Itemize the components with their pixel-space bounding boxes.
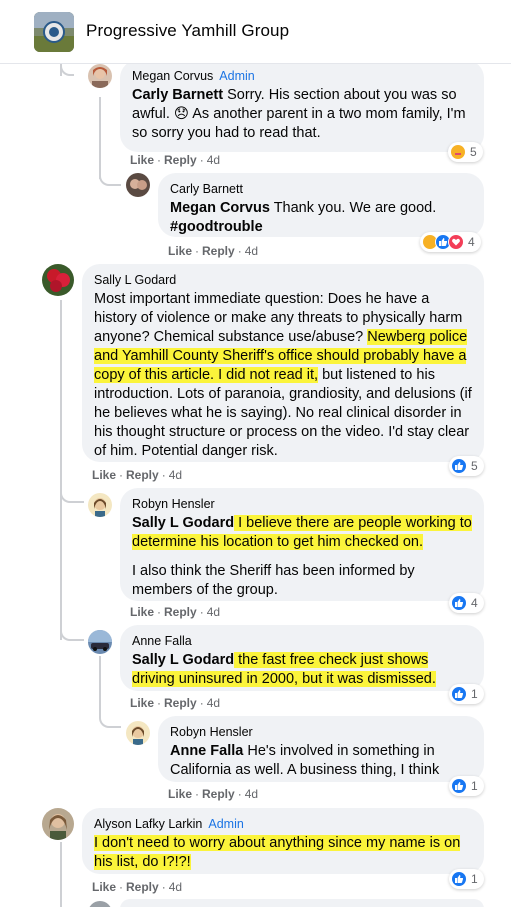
comment-time[interactable]: 4d	[207, 605, 220, 619]
comment-bubble	[120, 899, 484, 907]
thread-line	[99, 97, 101, 179]
avatar[interactable]	[126, 173, 150, 197]
reaction-summary[interactable]: 1	[449, 684, 484, 704]
like-button[interactable]: Like	[130, 605, 154, 619]
thread-connector	[60, 487, 84, 503]
comment-text: I also think the Sheriff has been inform…	[132, 563, 415, 598]
mention-tag[interactable]: Anne Falla	[170, 743, 243, 759]
like-button[interactable]: Like	[168, 787, 192, 801]
reaction-count: 1	[471, 872, 478, 886]
reply-button[interactable]: Reply	[126, 880, 159, 894]
comment-author[interactable]: Carly Barnett	[170, 181, 472, 197]
thread-connector	[99, 712, 121, 728]
reply-button[interactable]: Reply	[164, 605, 197, 619]
reaction-count: 4	[471, 596, 478, 610]
avatar[interactable]	[42, 808, 74, 840]
avatar[interactable]	[88, 901, 112, 907]
avatar[interactable]	[126, 721, 150, 745]
hashtag[interactable]: #goodtrouble	[170, 219, 263, 235]
thread-line	[60, 842, 62, 907]
like-button[interactable]: Like	[130, 696, 154, 710]
thread-connector	[99, 170, 121, 186]
reply-button[interactable]: Reply	[202, 787, 235, 801]
thread-line	[60, 300, 62, 640]
reply-button[interactable]: Reply	[164, 696, 197, 710]
like-button[interactable]: Like	[92, 880, 116, 894]
reaction-count: 1	[471, 779, 478, 793]
comment-bubble: Megan Corvus Admin Carly Barnett Sorry. H…	[120, 60, 484, 152]
like-reaction-icon	[451, 871, 467, 887]
comment-time[interactable]: 4d	[245, 787, 258, 801]
comment-actions: Like · Reply · 4d	[168, 787, 259, 801]
reaction-count: 4	[468, 235, 475, 249]
comment-text: Thank you. We are good.	[269, 200, 437, 216]
avatar[interactable]	[88, 493, 112, 517]
group-avatar[interactable]	[34, 12, 74, 52]
comment-bubble: Alyson Lafky Larkin Admin I don't need to…	[82, 808, 484, 874]
comment-author[interactable]: Robyn Hensler	[170, 724, 472, 740]
like-reaction-icon	[451, 686, 467, 702]
thread-connector	[60, 625, 84, 641]
highlighted-text: I don't need to worry about anything sin…	[94, 835, 461, 870]
reaction-summary[interactable]: 1	[449, 869, 484, 889]
comment-actions: Like · Reply · 4d	[130, 696, 221, 710]
comment-author[interactable]: Sally L Godard	[94, 272, 472, 288]
like-reaction-icon	[451, 458, 467, 474]
comment-time[interactable]: 4d	[207, 696, 220, 710]
avatar[interactable]	[88, 630, 112, 654]
avatar[interactable]	[88, 64, 112, 88]
reaction-count: 5	[471, 459, 478, 473]
mention-tag[interactable]: Sally L Godard	[132, 515, 234, 531]
care-reaction-icon	[450, 144, 466, 160]
comment-author[interactable]: Alyson Lafky Larkin	[94, 817, 202, 831]
comment-bubble: Anne Falla Sally L Godard the fast free …	[120, 625, 484, 691]
group-name[interactable]: Progressive Yamhill Group	[86, 21, 289, 41]
reply-button[interactable]: Reply	[126, 468, 159, 482]
comment-bubble: Sally L Godard Most important immediate …	[82, 264, 484, 462]
reaction-summary[interactable]: 4	[420, 232, 481, 252]
comment-actions: Like · Reply · 4d	[92, 468, 183, 482]
comment-author[interactable]: Robyn Hensler	[132, 496, 472, 512]
reaction-count: 5	[470, 145, 477, 159]
comment-actions: Like · Reply · 4d	[130, 605, 221, 619]
comment-bubble: Carly Barnett Megan Corvus Thank you. We…	[158, 173, 484, 237]
comment-actions: Like · Reply · 4d	[92, 880, 183, 894]
mention-tag[interactable]: Carly Barnett	[132, 87, 223, 103]
like-reaction-icon	[451, 778, 467, 794]
comment-bubble: Robyn Hensler Anne Falla He's involved i…	[158, 716, 484, 782]
comment-actions: Like · Reply · 4d	[168, 244, 259, 258]
thread-line	[99, 656, 101, 718]
reaction-summary[interactable]: 1	[449, 776, 484, 796]
reply-button[interactable]: Reply	[202, 244, 235, 258]
avatar[interactable]	[42, 264, 74, 296]
reaction-count: 1	[471, 687, 478, 701]
reaction-summary[interactable]: 5	[448, 142, 483, 162]
comment-time[interactable]: 4d	[245, 244, 258, 258]
like-button[interactable]: Like	[168, 244, 192, 258]
admin-badge: Admin	[219, 69, 255, 83]
mention-tag[interactable]: Megan Corvus	[170, 200, 270, 216]
reply-button[interactable]: Reply	[164, 153, 197, 167]
comment-author[interactable]: Anne Falla	[132, 633, 472, 649]
group-header: Progressive Yamhill Group	[0, 0, 511, 64]
thread-connector	[60, 64, 74, 76]
like-button[interactable]: Like	[130, 153, 154, 167]
comment-time[interactable]: 4d	[207, 153, 220, 167]
comment-time[interactable]: 4d	[169, 880, 182, 894]
love-reaction-icon	[448, 234, 464, 250]
mention-tag[interactable]: Sally L Godard	[132, 652, 234, 668]
reaction-summary[interactable]: 5	[449, 456, 484, 476]
comment-actions: Like · Reply · 4d	[130, 153, 221, 167]
admin-badge: Admin	[208, 817, 244, 831]
comment-author[interactable]: Megan Corvus	[132, 69, 213, 83]
reaction-summary[interactable]: 4	[449, 593, 484, 613]
like-button[interactable]: Like	[92, 468, 116, 482]
like-reaction-icon	[451, 595, 467, 611]
comment-bubble: Robyn Hensler Sally L Godard I believe t…	[120, 488, 484, 601]
comment-time[interactable]: 4d	[169, 468, 182, 482]
